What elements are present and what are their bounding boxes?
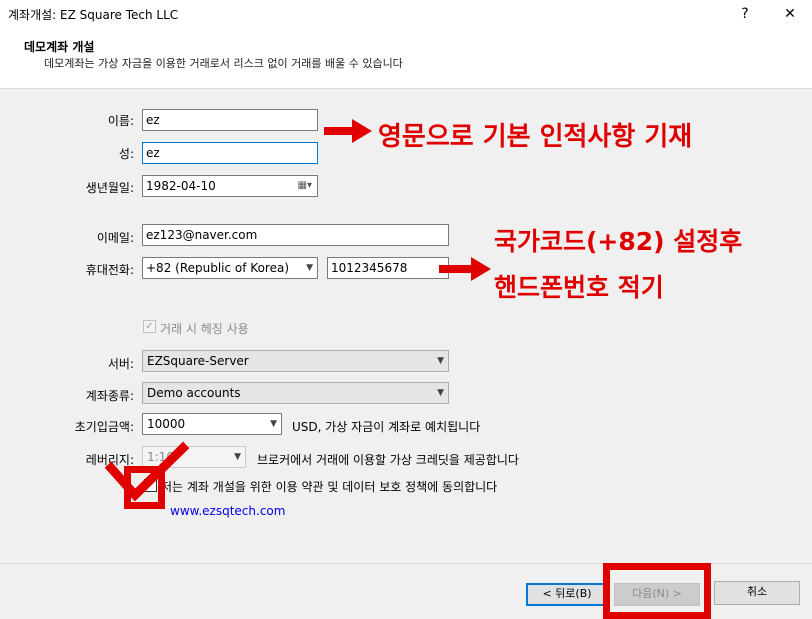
chevron-down-icon: ▼ — [270, 419, 277, 429]
chevron-down-icon: ▼ — [437, 356, 444, 366]
server-label: 서버: — [107, 357, 134, 371]
annotation-box-checkbox — [124, 466, 165, 509]
chevron-down-icon: ▼ — [306, 263, 313, 273]
annotation-box-next — [603, 563, 711, 619]
phone-label: 휴대전화: — [85, 263, 134, 277]
close-button[interactable]: ✕ — [772, 3, 808, 25]
calendar-icon[interactable]: ▦▾ — [298, 176, 312, 196]
annotation-note-1: 영문으로 기본 인적사항 기재 — [378, 122, 693, 152]
account-type-select[interactable]: Demo accounts ▼ — [142, 382, 449, 404]
leverage-note: 브로커에서 거래에 이용할 가상 크레딧을 제공합니다 — [257, 453, 519, 467]
deposit-select[interactable]: 10000 ▼ — [142, 413, 282, 435]
annotation-note-2a: 국가코드(+82) 설정후 — [494, 227, 743, 256]
country-code-select[interactable]: +82 (Republic of Korea) ▼ — [142, 257, 318, 279]
chevron-down-icon: ▼ — [234, 452, 241, 462]
surname-input[interactable]: ez — [142, 142, 318, 164]
cancel-button[interactable]: 취소 — [714, 581, 800, 605]
annotation-note-2b: 핸드폰번호 적기 — [494, 273, 664, 302]
annotation-arrow-1 — [324, 119, 372, 143]
name-label: 이름: — [107, 114, 134, 128]
birthdate-value: 1982-04-10 — [146, 179, 216, 193]
name-input[interactable]: ez — [142, 109, 318, 131]
deposit-value: 10000 — [147, 417, 186, 431]
birthdate-picker[interactable]: 1982-04-10 ▦▾ — [142, 175, 318, 197]
chevron-down-icon: ▼ — [437, 388, 444, 398]
hedge-label: 거래 시 헤징 사용 — [160, 322, 249, 336]
page-description: 데모계좌는 가상 자금을 이용한 거래로서 리스크 없이 거래를 배울 수 있습… — [44, 57, 403, 70]
help-button[interactable]: ? — [733, 3, 757, 25]
email-input[interactable]: ez123@naver.com — [142, 224, 449, 246]
account-type-label: 계좌종류: — [85, 389, 134, 403]
deposit-note: USD, 가상 자금이 계좌로 예치됩니다 — [292, 420, 481, 434]
agree-label: 저는 계좌 개설을 위한 이용 약관 및 데이터 보호 정책에 동의합니다 — [161, 480, 498, 494]
page-title: 데모계좌 개설 — [24, 40, 95, 54]
annotation-arrow-2 — [439, 257, 491, 281]
country-code-value: +82 (Republic of Korea) — [146, 261, 290, 275]
deposit-label: 초기입금액: — [74, 420, 134, 434]
email-label: 이메일: — [96, 231, 134, 245]
window-title: 계좌개설: EZ Square Tech LLC — [8, 8, 179, 22]
back-button[interactable]: < 뒤로(B) — [526, 583, 608, 606]
account-type-value: Demo accounts — [147, 386, 241, 400]
birthdate-label: 생년월일: — [85, 181, 134, 195]
hedge-checkbox[interactable]: ✓ — [143, 320, 156, 333]
server-select[interactable]: EZSquare-Server ▼ — [142, 350, 449, 372]
server-value: EZSquare-Server — [147, 354, 249, 368]
surname-label: 성: — [118, 147, 134, 161]
phone-number-input[interactable]: 1012345678 — [327, 257, 449, 279]
